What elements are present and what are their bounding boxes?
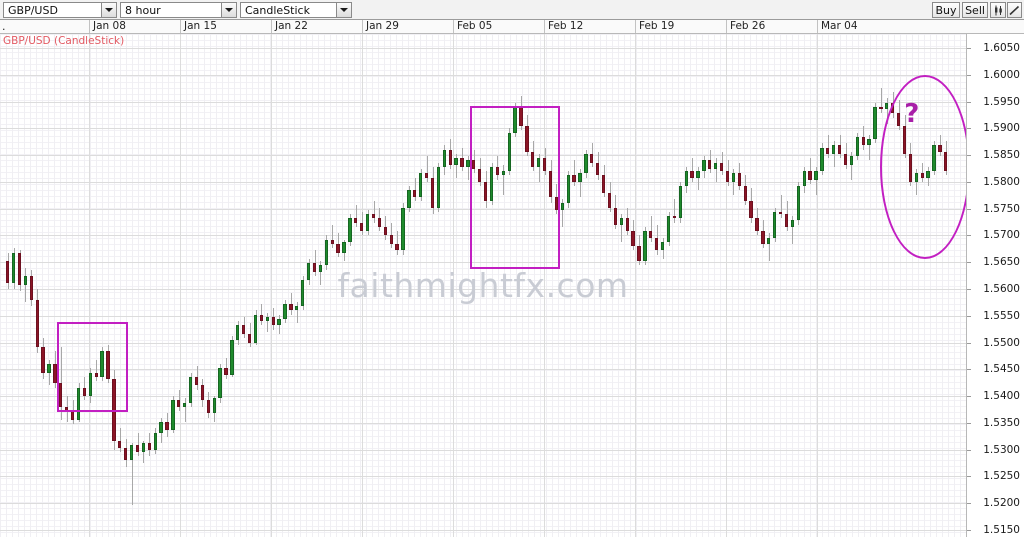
annotation-layer: ? [0,34,966,537]
candlestick-chart-icon[interactable] [990,2,1006,18]
price-axis-tick [967,262,971,263]
price-axis-tick [967,316,971,317]
date-axis-label: Mar 04 [817,20,858,33]
chart-plot-area[interactable]: faithmightfx.com ? GBP/USD (CandleStick) [0,34,966,537]
price-axis-tick [967,209,971,210]
price-axis-label: 1.5700 [983,229,1020,242]
chart-type-dropdown-value: CandleStick [245,3,310,17]
price-axis-label: 1.5600 [983,283,1020,295]
date-axis-label: Feb 26 [726,20,765,33]
date-axis-label: Feb 19 [635,20,674,33]
price-axis: 1.6050 1.6000 1.5950 1.5900 1.5850 1.5800 1.57… [966,34,1024,537]
price-axis-label: 1.5150 [983,524,1020,536]
period-dropdown-value: 8 hour [125,3,161,17]
date-axis-label: Jan 08 [89,20,126,33]
buy-button[interactable]: Buy [932,2,960,18]
sell-button[interactable]: Sell [962,2,988,18]
price-axis-tick [967,235,971,236]
date-axis: . Jan 08 Jan 15 Jan 22 Jan 29 Feb 05 Feb 12 Fe… [0,20,1024,34]
price-axis-tick [967,396,971,397]
price-axis-tick [967,75,971,76]
price-axis-label: 1.6000 [983,68,1020,81]
price-axis-tick [967,155,971,156]
highlight-ellipse-right [880,75,966,259]
symbol-dropdown[interactable]: GBP/USD [3,2,117,18]
price-axis-label: 1.5550 [983,309,1020,322]
price-axis-label: 1.5300 [983,443,1020,456]
price-axis-label: 1.5400 [983,390,1020,403]
highlight-rect-left [57,322,128,412]
price-axis-tick [967,369,971,370]
price-axis-label: 1.5500 [983,336,1020,349]
chevron-down-icon[interactable] [101,3,116,17]
price-axis-label: 1.5650 [983,256,1020,269]
price-axis-label: 1.5450 [983,363,1020,376]
question-mark-annotation: ? [904,98,920,129]
price-axis-tick [967,289,971,290]
price-axis-label: 1.5850 [983,149,1020,162]
symbol-dropdown-value: GBP/USD [8,3,58,17]
price-axis-label: 1.5250 [983,470,1020,483]
price-axis-tick [967,530,971,531]
price-axis-tick [967,423,971,424]
date-axis-origin: . [2,20,6,33]
chart-legend: GBP/USD (CandleStick) [3,35,125,47]
price-axis-tick [967,450,971,451]
toolbar: GBP/USD 8 hour CandleStick Buy Sell [0,0,1024,20]
date-axis-label: Jan 22 [271,20,308,33]
chart-type-dropdown[interactable]: CandleStick [240,2,352,18]
price-axis-tick [967,343,971,344]
highlight-rect-middle [470,106,560,269]
chevron-down-icon[interactable] [336,3,351,17]
price-axis-label: 1.5350 [983,416,1020,429]
price-axis-tick [967,182,971,183]
line-chart-icon[interactable] [1007,2,1022,18]
chevron-down-icon[interactable] [221,3,236,17]
price-axis-tick [967,476,971,477]
price-axis-tick [967,503,971,504]
price-axis-tick [967,102,971,103]
period-dropdown[interactable]: 8 hour [120,2,237,18]
price-axis-tick [967,48,971,49]
date-axis-label: Feb 12 [544,20,583,33]
price-axis-label: 1.5950 [983,95,1020,108]
price-axis-label: 1.5900 [983,122,1020,135]
price-axis-label: 1.5200 [983,497,1020,510]
price-axis-label: 1.5750 [983,202,1020,215]
price-axis-tick [967,128,971,129]
price-axis-label: 1.5800 [983,175,1020,188]
date-axis-label: Feb 05 [453,20,492,33]
date-axis-label: Jan 29 [362,20,399,33]
price-axis-label: 1.6050 [983,42,1020,54]
date-axis-label: Jan 15 [180,20,217,33]
